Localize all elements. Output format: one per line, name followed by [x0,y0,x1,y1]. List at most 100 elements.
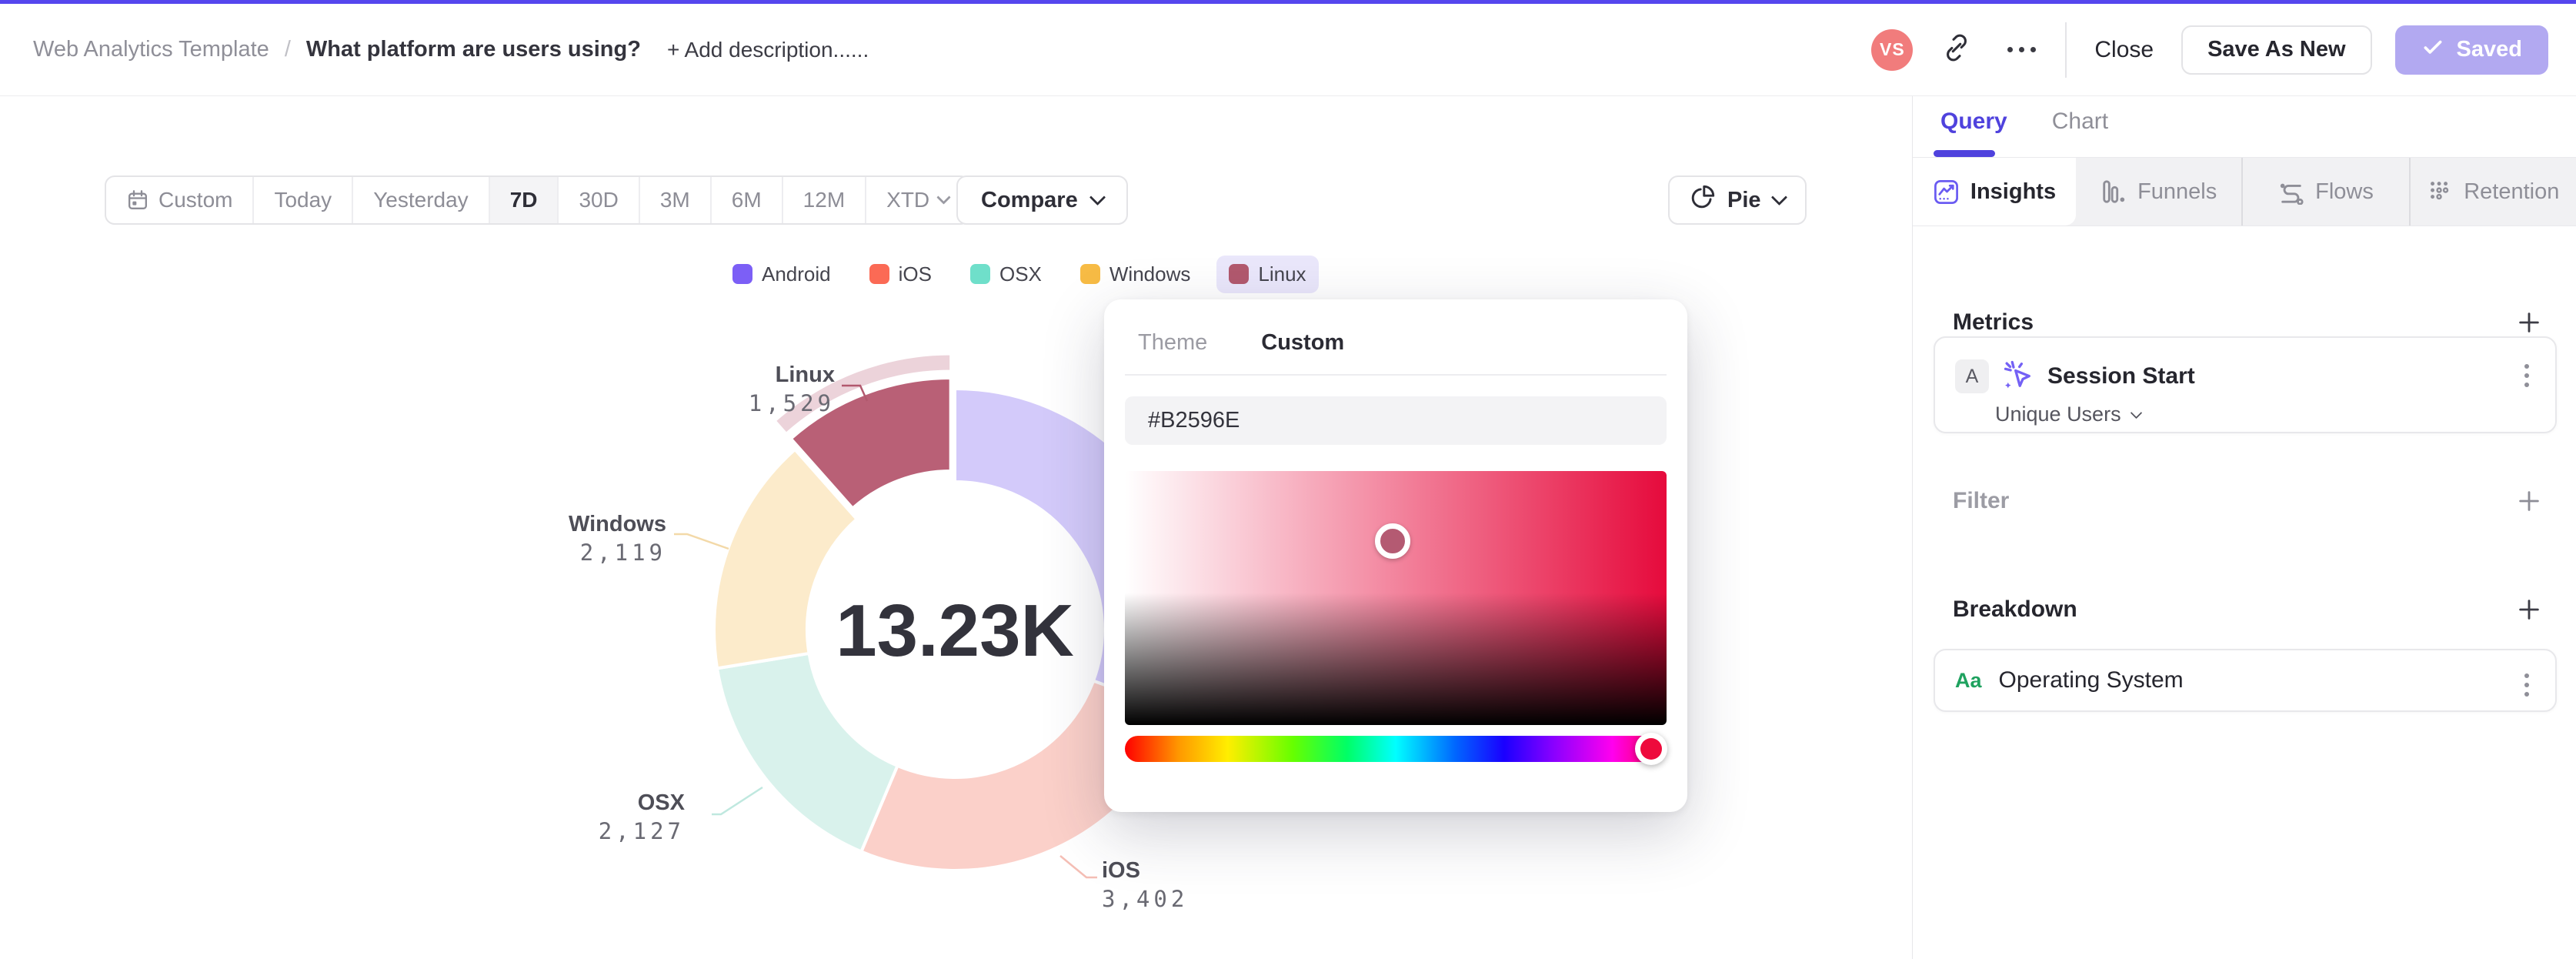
legend-swatch [732,264,752,284]
range-custom[interactable]: Custom [106,177,255,223]
add-filter-button[interactable] [2516,488,2542,514]
range-label: XTD [886,188,930,212]
check-icon [2421,35,2444,65]
legend-swatch [969,264,990,284]
pie-chart-icon [1690,185,1715,216]
hue-slider[interactable] [1125,736,1667,762]
add-breakdown-button[interactable] [2516,596,2542,623]
metric-card[interactable]: A Session Start Unique Users [1934,336,2557,433]
range-label: 12M [802,188,846,212]
filter-heading: Filter [1953,488,2010,513]
breakdown-card[interactable]: Aa Operating System [1934,649,2557,712]
breakdown-item-label: Operating System [1998,667,2184,693]
breadcrumb-root[interactable]: Web Analytics Template [33,37,269,62]
analysis-tab-label: Insights [1970,179,2057,204]
saturation-gradient-area[interactable] [1125,471,1667,725]
panel-tabs: Query Chart [1940,109,2108,135]
legend-item-linux[interactable]: Linux [1216,255,1319,293]
metric-kebab-menu[interactable] [2520,359,2534,392]
analysis-tab-label: Retention [2464,179,2560,204]
popup-divider [1125,374,1667,376]
leader-line-ios [1059,855,1097,879]
range-label: 7D [509,188,538,212]
range-label: Yesterday [373,188,469,212]
chart-type-button[interactable]: Pie [1668,175,1807,225]
tab-query[interactable]: Query [1940,109,2007,135]
tab-flows[interactable]: Flows [2241,158,2408,226]
save-as-new-button[interactable]: Save As New [2181,25,2372,75]
compare-button[interactable]: Compare [956,175,1128,225]
aggregation-label: Unique Users [1995,403,2121,426]
page-title[interactable]: What platform are users using? [306,37,641,62]
leader-line-osx [712,786,763,816]
legend-label: Android [762,262,831,286]
hex-color-input[interactable] [1125,396,1667,445]
header-actions: VS Close Save As New Saved [1871,4,2548,95]
date-range-group: Custom Today Yesterday 7D 30D 3M 6M 12M XTD [105,175,971,225]
range-xtd[interactable]: XTD [866,177,969,223]
more-options-button[interactable] [2000,29,2042,71]
color-cursor[interactable] [1375,523,1410,559]
range-label: 3M [659,188,690,212]
metric-row: A Session Start [1935,356,2555,396]
chart-legend: Android iOS OSX Windows Linux [720,250,1319,298]
legend-item-windows[interactable]: Windows [1068,256,1203,293]
share-link-button[interactable] [1936,29,1977,71]
range-3m[interactable]: 3M [640,177,712,223]
chevron-down-icon [2130,406,2142,419]
leader-line-windows [674,533,729,550]
ellipsis-icon [2007,47,2036,52]
pie-slice-osx[interactable] [716,651,899,854]
range-30d[interactable]: 30D [559,177,640,223]
range-today[interactable]: Today [254,177,354,223]
legend-label: Windows [1109,262,1191,286]
legend-label: iOS [898,262,932,286]
breadcrumb-separator: / [284,37,291,62]
tab-retention[interactable]: Retention [2408,158,2576,226]
slice-label-name-osx: OSX [638,790,686,815]
tab-funnels[interactable]: Funnels [2076,158,2241,226]
range-label: Today [274,188,332,212]
tab-chart[interactable]: Chart [2052,109,2108,135]
slice-label-value-windows: 2,119 [580,540,666,566]
avatar[interactable]: VS [1871,28,1914,71]
range-yesterday[interactable]: Yesterday [353,177,490,223]
add-metric-button[interactable] [2516,309,2542,336]
tab-theme[interactable]: Theme [1138,330,1207,356]
legend-label: Linux [1258,262,1306,286]
funnels-icon [2101,179,2127,205]
saved-button-label: Saved [2456,37,2522,62]
hue-slider-handle[interactable] [1635,733,1667,765]
breakdown-kebab-menu[interactable] [2520,669,2534,701]
legend-item-osx[interactable]: OSX [958,256,1054,293]
slice-label-name-windows: Windows [569,512,666,536]
range-12m[interactable]: 12M [783,177,867,223]
range-7d[interactable]: 7D [489,177,559,223]
link-icon [1942,33,1971,66]
saved-button[interactable]: Saved [2394,25,2548,75]
text-property-icon: Aa [1955,668,1982,692]
chevron-down-icon [1770,189,1787,206]
chart-type-label: Pie [1727,187,1761,212]
range-6m[interactable]: 6M [712,177,783,223]
add-description-button[interactable]: + Add description...... [667,38,869,62]
pie-center-total: 13.23K [836,590,1074,672]
breakdown-heading: Breakdown [1953,596,2077,622]
aggregation-dropdown[interactable]: Unique Users [1995,403,2142,426]
header-divider [2065,22,2067,78]
tab-insights[interactable]: Insights [1913,158,2076,226]
legend-item-ios[interactable]: iOS [857,256,944,293]
close-button[interactable]: Close [2090,37,2158,63]
legend-item-android[interactable]: Android [720,256,843,293]
chevron-down-icon [936,189,951,205]
analysis-type-tabs: Insights Funnels Flows Retention [1913,157,2576,226]
legend-swatch [869,264,889,284]
active-tab-underline [1934,150,1995,157]
tab-custom[interactable]: Custom [1261,330,1344,356]
slice-label-value-osx: 2,127 [599,818,685,844]
calendar-icon [126,189,149,212]
slice-label-name-ios: iOS [1102,858,1140,883]
color-picker-popup: Theme Custom [1104,299,1687,812]
metrics-heading: Metrics [1953,309,2034,335]
metric-event-name: Session Start [2047,363,2195,389]
